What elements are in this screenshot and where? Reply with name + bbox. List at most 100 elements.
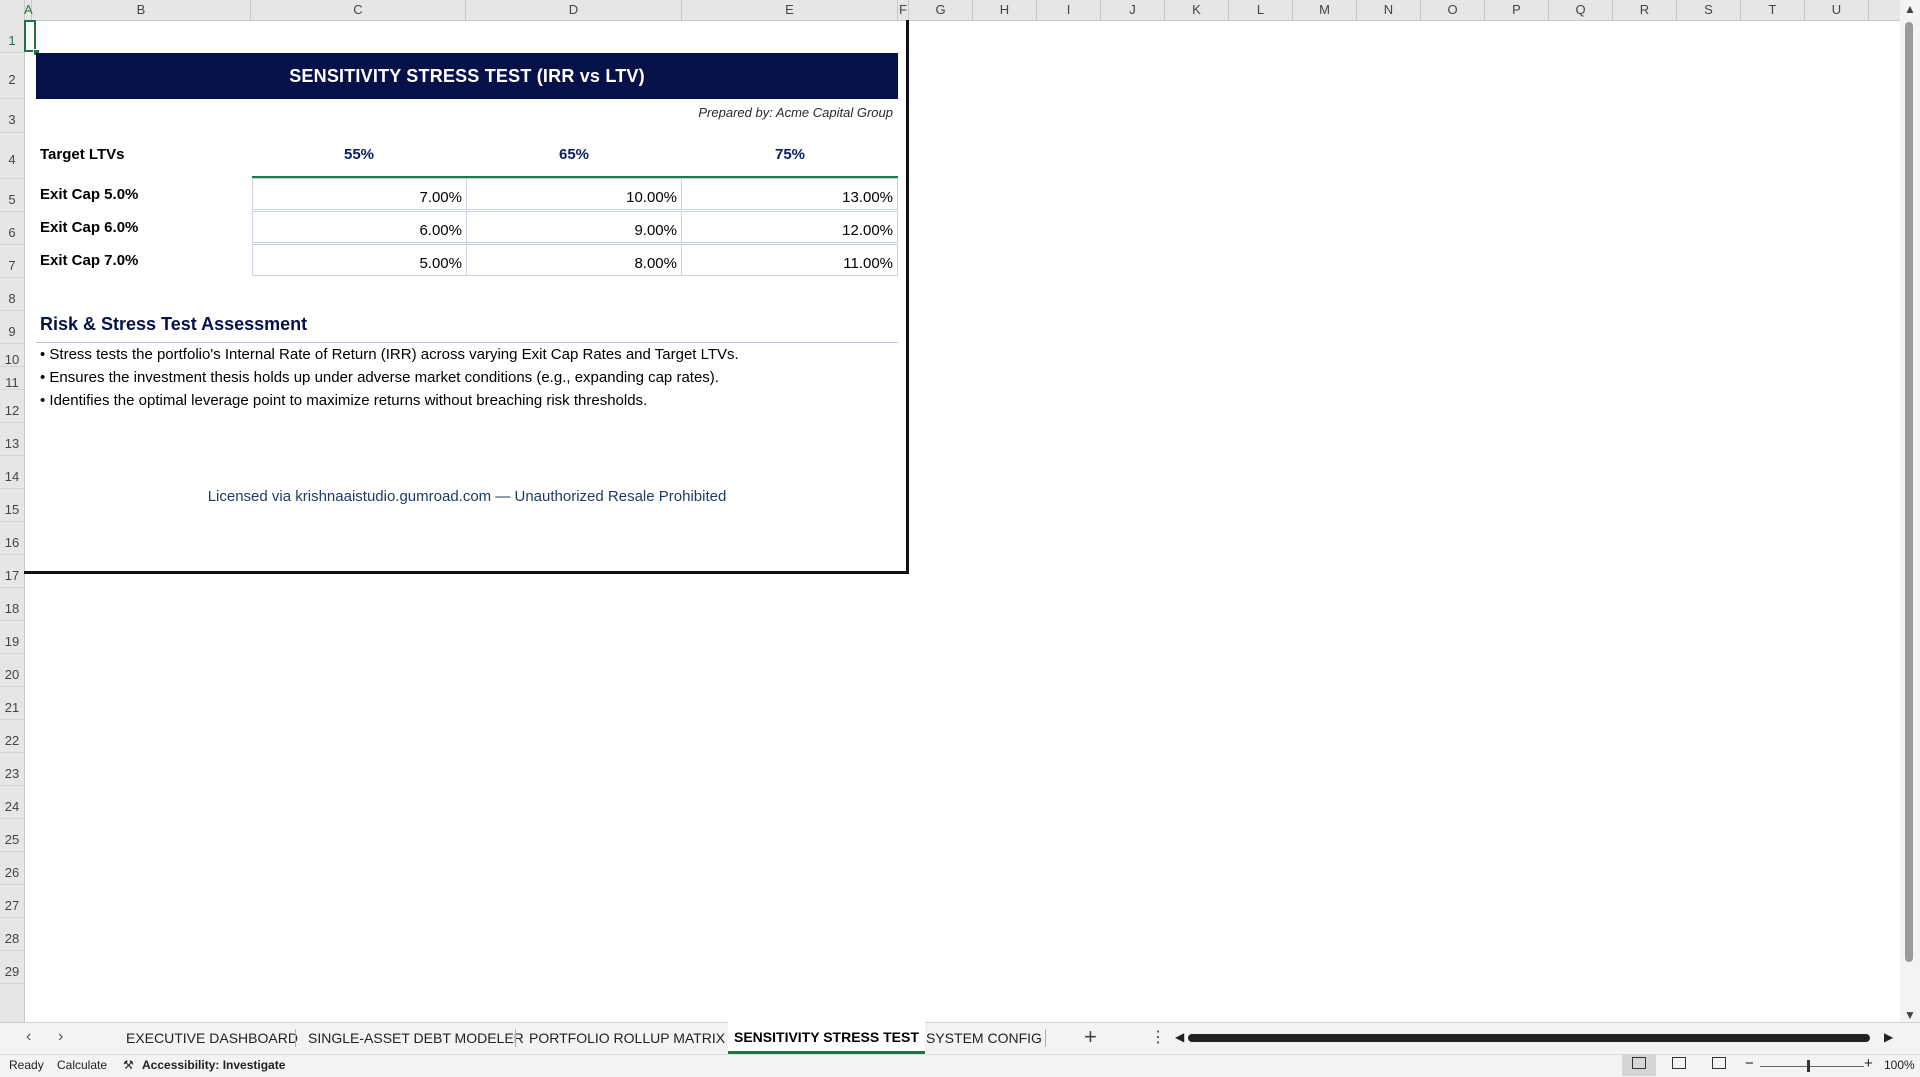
column-header-k[interactable]: K [1165,0,1229,20]
row-header[interactable]: 18 [0,588,24,621]
row-header[interactable]: 26 [0,852,24,885]
tab-system-config[interactable]: SYSTEM CONFIG [920,1022,1048,1054]
row-header[interactable]: 29 [0,951,24,984]
column-header-n[interactable]: N [1357,0,1421,20]
horizontal-scroll-thumb[interactable] [1188,1034,1870,1042]
column-header-a[interactable]: A [24,0,33,20]
row-header[interactable]: 2 [0,53,24,99]
ltv-header-65: 65% [558,146,590,163]
prepared-by-text: Prepared by: Acme Capital Group [698,105,893,120]
row-header[interactable]: 16 [0,522,24,555]
scroll-down-icon[interactable]: ▼ [1904,1008,1916,1022]
row-header[interactable]: 1 [0,20,24,53]
column-header-g[interactable]: G [909,0,973,20]
row-header[interactable]: 5 [0,179,24,212]
zoom-level[interactable]: 100% [1884,1058,1915,1072]
normal-view-icon[interactable] [1632,1057,1646,1069]
irr-cell[interactable]: 6.00% [252,211,467,243]
row-header[interactable]: 3 [0,99,24,133]
row-header[interactable]: 21 [0,687,24,720]
zoom-in-button[interactable]: + [1864,1055,1873,1072]
accessibility-status[interactable]: Accessibility: Investigate [142,1058,285,1072]
column-header-u[interactable]: U [1805,0,1869,20]
column-header-f[interactable]: F [898,0,909,20]
column-header-m[interactable]: M [1293,0,1357,20]
sheet-title: SENSITIVITY STRESS TEST (IRR vs LTV) [36,53,898,99]
row-header[interactable]: 22 [0,720,24,753]
exit-cap-label: Exit Cap 6.0% [40,219,139,236]
row-header[interactable]: 17 [0,555,24,588]
column-header-b[interactable]: B [32,0,251,20]
target-ltvs-label: Target LTVs [40,146,125,163]
column-header-o[interactable]: O [1421,0,1485,20]
column-header-l[interactable]: L [1229,0,1293,20]
irr-cell[interactable]: 13.00% [681,178,898,210]
zoom-slider-thumb[interactable] [1807,1060,1810,1072]
zoom-slider[interactable] [1760,1066,1864,1067]
row-header[interactable]: 11 [0,367,24,390]
irr-cell[interactable]: 10.00% [466,178,682,210]
tab-portfolio-rollup-matrix[interactable]: PORTFOLIO ROLLUP MATRIX [523,1022,731,1054]
zoom-out-button[interactable]: − [1745,1055,1754,1072]
row-header[interactable]: 9 [0,311,24,344]
ltv-header-75: 75% [774,146,806,163]
irr-cell[interactable]: 11.00% [681,244,898,276]
page-break-preview-icon[interactable] [1712,1057,1726,1069]
irr-cell[interactable]: 5.00% [252,244,467,276]
row-header[interactable]: 23 [0,753,24,786]
tab-sensitivity-stress-test[interactable]: SENSITIVITY STRESS TEST [728,1022,925,1054]
irr-cell[interactable]: 7.00% [252,178,467,210]
vertical-scroll-thumb[interactable] [1905,22,1913,962]
license-notice: Licensed via krishnaaistudio.gumroad.com… [207,488,727,505]
row-header[interactable]: 24 [0,786,24,819]
row-header[interactable]: 4 [0,133,24,179]
column-header-r[interactable]: R [1613,0,1677,20]
row-header[interactable]: 7 [0,245,24,278]
row-header[interactable]: 28 [0,918,24,951]
more-options-icon[interactable]: ⋮ [1150,1027,1166,1047]
tab-single-asset-debt-modeler[interactable]: SINGLE-ASSET DEBT MODELER [302,1022,530,1054]
row-header[interactable]: 19 [0,621,24,654]
active-cell-a1[interactable] [24,20,36,52]
chevron-left-icon[interactable]: ‹ [26,1028,31,1046]
row-header[interactable]: 6 [0,212,24,245]
column-header-d[interactable]: D [466,0,682,20]
row-header[interactable]: 25 [0,819,24,852]
exit-cap-label: Exit Cap 7.0% [40,252,139,269]
scroll-right-icon[interactable]: ▶ [1884,1030,1893,1044]
column-header-p[interactable]: P [1485,0,1549,20]
calculate-button[interactable]: Calculate [57,1058,107,1072]
column-header-h[interactable]: H [973,0,1037,20]
column-header-q[interactable]: Q [1549,0,1613,20]
column-header-c[interactable]: C [251,0,466,20]
row-header[interactable]: 10 [0,344,24,367]
row-header[interactable]: 14 [0,456,24,489]
irr-cell[interactable]: 8.00% [466,244,682,276]
column-header-s[interactable]: S [1677,0,1741,20]
row-header[interactable]: 27 [0,885,24,918]
tab-executive-dashboard[interactable]: EXECUTIVE DASHBOARD [120,1022,304,1054]
chevron-right-icon[interactable]: › [58,1028,63,1046]
row-header[interactable]: 12 [0,390,24,423]
column-header-j[interactable]: J [1101,0,1165,20]
irr-cell[interactable]: 12.00% [681,211,898,243]
risk-title-divider [36,342,898,343]
add-sheet-button[interactable]: + [1084,1024,1097,1050]
column-header-e[interactable]: E [682,0,898,20]
column-header-i[interactable]: I [1037,0,1101,20]
row-header[interactable]: 8 [0,278,24,311]
scroll-left-icon[interactable]: ◀ [1175,1030,1184,1044]
scroll-up-icon[interactable]: ▲ [1904,2,1916,16]
risk-bullet: • Stress tests the portfolio's Internal … [40,346,739,363]
tab-separator [295,1029,296,1047]
row-header[interactable]: 20 [0,654,24,687]
risk-assessment-title: Risk & Stress Test Assessment [40,314,308,334]
row-header[interactable]: 13 [0,423,24,456]
accessibility-icon[interactable]: ⚒ [123,1058,134,1072]
select-all-corner[interactable] [0,0,25,20]
irr-cell[interactable]: 9.00% [466,211,682,243]
page-layout-icon[interactable] [1672,1057,1686,1069]
exit-cap-label: Exit Cap 5.0% [40,186,139,203]
row-header[interactable]: 15 [0,489,24,522]
column-header-t[interactable]: T [1741,0,1805,20]
